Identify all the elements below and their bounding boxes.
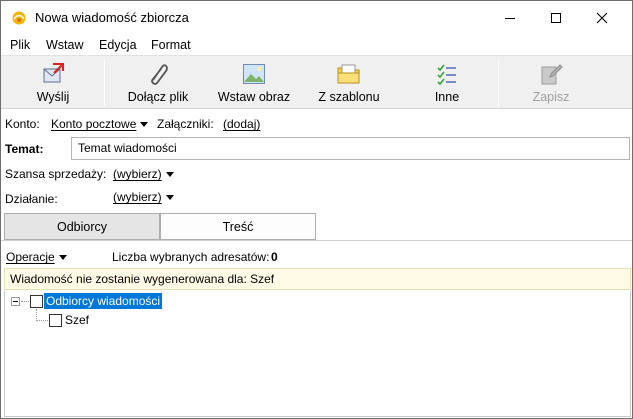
send-icon	[40, 62, 66, 86]
tab-recipients[interactable]: Odbiorcy	[4, 213, 160, 240]
menu-format[interactable]: Format	[151, 38, 191, 52]
chevron-down-icon	[165, 195, 174, 200]
toolbar-separator	[104, 60, 105, 106]
from-template-label: Z szablonu	[318, 90, 380, 104]
sales-chance-dropdown[interactable]: (wybierz)	[113, 167, 174, 181]
other-button[interactable]: Inne	[419, 56, 475, 108]
menu-insert[interactable]: Wstaw	[46, 38, 84, 52]
other-label: Inne	[434, 90, 460, 104]
close-button[interactable]	[579, 1, 625, 34]
attachments-label: Załączniki:	[157, 117, 214, 131]
root-checkbox[interactable]	[30, 295, 43, 308]
app-logo-icon	[12, 11, 26, 25]
chevron-down-icon	[140, 122, 149, 127]
sales-chance-value: (wybierz)	[113, 167, 162, 181]
subject-label: Temat:	[5, 142, 44, 156]
insert-image-button[interactable]: Wstaw obraz	[211, 56, 297, 108]
template-folder-icon	[336, 62, 362, 86]
sales-chance-label: Szansa sprzedaży:	[5, 167, 107, 181]
tab-divider	[1, 240, 632, 241]
save-label: Zapisz	[532, 90, 570, 104]
account-value: Konto pocztowe	[51, 117, 137, 131]
chevron-down-icon	[58, 255, 67, 260]
collapse-icon[interactable]	[11, 297, 20, 306]
selected-count-value: 0	[271, 250, 278, 264]
recipients-tree: Odbiorcy wiadomości Szef	[4, 291, 631, 417]
save-button[interactable]: Zapisz	[521, 56, 581, 108]
menu-file[interactable]: Plik	[10, 38, 30, 52]
save-icon	[538, 62, 564, 86]
action-label: Działanie:	[5, 192, 58, 206]
insert-image-label: Wstaw obraz	[217, 90, 291, 104]
minimize-button[interactable]	[487, 1, 533, 34]
operations-label: Operacje	[6, 250, 55, 264]
tree-root-label[interactable]: Odbiorcy wiadomości	[44, 293, 163, 309]
window-title: Nowa wiadomość zbiorcza	[35, 10, 189, 25]
send-button[interactable]: Wyślij	[23, 56, 83, 108]
title-bar: Nowa wiadomość zbiorcza	[1, 1, 632, 34]
selected-count-label: Liczba wybranych adresatów:	[112, 250, 270, 264]
account-label: Konto:	[5, 117, 40, 131]
checklist-icon	[434, 62, 460, 86]
tree-child-label[interactable]: Szef	[63, 312, 91, 328]
account-dropdown[interactable]: Konto pocztowe	[51, 117, 149, 131]
minimize-icon	[505, 17, 515, 19]
chevron-down-icon	[165, 172, 174, 177]
image-icon	[241, 62, 267, 86]
send-label: Wyślij	[36, 90, 70, 104]
add-attachment-link[interactable]: (dodaj)	[223, 117, 260, 131]
action-value: (wybierz)	[113, 190, 162, 204]
tab-content[interactable]: Treść	[160, 213, 316, 240]
toolbar-separator	[498, 60, 499, 106]
notice-bar: Wiadomość nie zostanie wygenerowana dla:…	[4, 268, 631, 290]
subject-input[interactable]: Temat wiadomości	[71, 137, 630, 160]
maximize-button[interactable]	[533, 1, 579, 34]
from-template-button[interactable]: Z szablonu	[311, 56, 387, 108]
attach-file-label: Dołącz plik	[127, 90, 189, 104]
paperclip-icon	[145, 62, 171, 86]
menu-edit[interactable]: Edycja	[99, 38, 137, 52]
menu-bar: Plik Wstaw Edycja Format	[1, 35, 632, 55]
child-checkbox[interactable]	[49, 314, 62, 327]
message-window: Nowa wiadomość zbiorcza Plik Wstaw Edycj…	[0, 0, 633, 419]
tree-connector	[21, 301, 29, 302]
toolbar: Wyślij Dołącz plik Wstaw obraz Z szablon…	[1, 55, 632, 109]
action-dropdown[interactable]: (wybierz)	[113, 190, 174, 204]
operations-dropdown[interactable]: Operacje	[6, 250, 67, 264]
attach-file-button[interactable]: Dołącz plik	[118, 56, 198, 108]
close-icon	[596, 12, 608, 23]
maximize-icon	[551, 12, 561, 23]
tree-connector	[36, 320, 48, 321]
